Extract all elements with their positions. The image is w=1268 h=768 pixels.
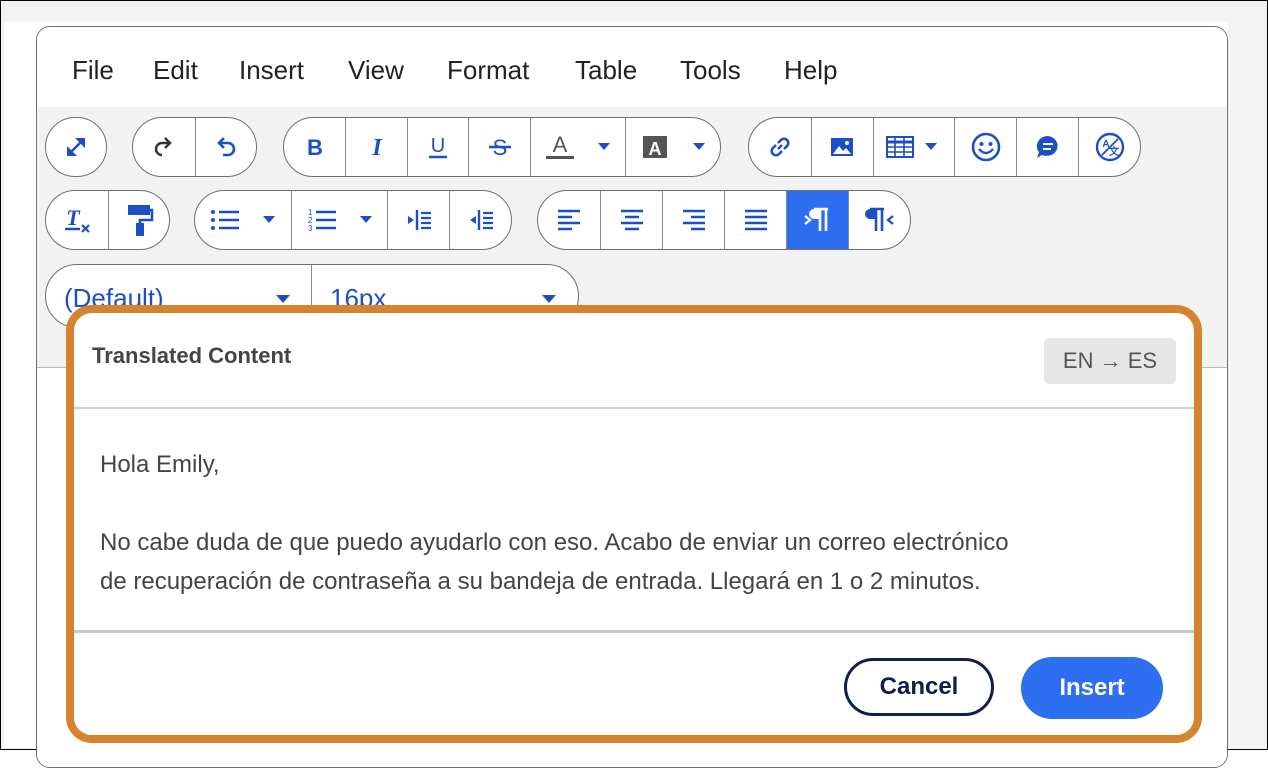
dialog-footer: Cancel Insert <box>74 630 1194 735</box>
menu-insert[interactable]: Insert <box>239 55 304 86</box>
emoji-icon <box>971 132 1001 162</box>
rtl-icon <box>864 207 894 231</box>
underline-button[interactable]: U <box>406 118 468 176</box>
alignment-group <box>537 190 911 250</box>
clear-formatting-button[interactable]: T <box>46 191 108 249</box>
translated-line-1: No cabe duda de que puedo ayudarlo con e… <box>100 529 1009 556</box>
image-button[interactable] <box>810 118 873 176</box>
italic-icon: I <box>371 135 383 161</box>
cancel-button[interactable]: Cancel <box>844 658 994 716</box>
translate-button[interactable]: A 文 <box>1078 118 1140 176</box>
numbered-list-button[interactable]: 1 2 3 <box>291 191 387 249</box>
svg-text:U: U <box>431 135 445 157</box>
menu-bar: File Edit Insert View Format Table Tools… <box>37 27 1227 107</box>
format-painter-icon <box>127 205 154 236</box>
translated-line-2: de recuperación de contraseña a su bande… <box>100 568 981 595</box>
bullet-list-button[interactable] <box>195 191 291 249</box>
redo-button[interactable] <box>133 118 195 176</box>
dialog-divider <box>74 407 1194 409</box>
italic-button[interactable]: I <box>345 118 406 176</box>
history-group <box>132 117 257 177</box>
highlight-color-button[interactable]: A <box>624 118 720 176</box>
link-icon <box>770 137 790 157</box>
align-left-button[interactable] <box>538 191 600 249</box>
menu-view[interactable]: View <box>348 55 404 86</box>
svg-text:T: T <box>66 205 81 230</box>
view-group <box>45 117 107 177</box>
comment-icon <box>1036 135 1058 158</box>
fullscreen-icon <box>67 138 85 156</box>
table-icon <box>886 136 938 158</box>
undo-button[interactable] <box>194 118 257 176</box>
svg-text:I: I <box>371 135 383 161</box>
dialog-title: Translated Content <box>92 343 292 368</box>
numbered-list-icon: 1 2 3 <box>308 208 372 233</box>
undo-icon <box>216 137 236 157</box>
bold-button[interactable]: B <box>284 118 345 176</box>
strikethrough-icon: S <box>488 135 511 160</box>
bold-icon: B <box>307 135 323 160</box>
bullet-list-icon <box>211 210 275 230</box>
text-color-icon: A <box>545 132 610 159</box>
link-button[interactable] <box>749 118 811 176</box>
menu-tools[interactable]: Tools <box>680 55 741 86</box>
translated-greeting: Hola Emily, <box>100 451 220 478</box>
format-painter-button[interactable] <box>107 191 170 249</box>
translated-text: Hola Emily, No cabe duda de que puedo ay… <box>100 445 1170 601</box>
chevron-down-icon <box>542 295 556 303</box>
menu-help[interactable]: Help <box>784 55 837 86</box>
insert-group: A 文 <box>748 117 1141 177</box>
menu-edit[interactable]: Edit <box>153 55 198 86</box>
strikethrough-button[interactable]: S <box>468 118 529 176</box>
menu-table[interactable]: Table <box>575 55 637 86</box>
indent-icon <box>407 210 431 230</box>
translate-icon: A 文 <box>1095 132 1124 162</box>
format-tools-group: T <box>45 190 170 250</box>
align-right-button[interactable] <box>662 191 724 249</box>
ltr-icon <box>803 207 828 231</box>
text-style-group: B I U S A A <box>283 117 721 177</box>
image-icon <box>831 138 854 156</box>
menu-file[interactable]: File <box>72 55 114 86</box>
align-right-icon <box>682 209 705 231</box>
underline-icon: U <box>429 135 448 159</box>
align-center-button[interactable] <box>600 191 662 249</box>
menu-format[interactable]: Format <box>447 55 529 86</box>
svg-text:3: 3 <box>308 224 313 233</box>
outdent-button[interactable] <box>449 191 511 249</box>
text-color-button[interactable]: A <box>529 118 625 176</box>
emoji-button[interactable] <box>954 118 1016 176</box>
justify-icon <box>744 209 767 231</box>
svg-text:B: B <box>307 135 323 160</box>
highlight-color-icon: A <box>642 136 705 159</box>
align-left-icon <box>558 209 580 231</box>
translation-dialog: Translated Content EN → ES Hola Emily, N… <box>66 305 1202 743</box>
insert-button[interactable]: Insert <box>1021 657 1163 719</box>
svg-text:A: A <box>648 139 661 159</box>
table-button[interactable] <box>872 118 955 176</box>
fullscreen-button[interactable] <box>46 118 106 176</box>
indent-button[interactable] <box>387 191 449 249</box>
ltr-button[interactable] <box>786 191 848 249</box>
language-pair-badge: EN → ES <box>1044 338 1176 384</box>
redo-icon <box>154 137 172 157</box>
comment-button[interactable] <box>1016 118 1078 176</box>
justify-button[interactable] <box>724 191 786 249</box>
svg-text:A: A <box>552 132 567 157</box>
outdent-icon <box>469 210 493 230</box>
list-group: 1 2 3 <box>194 190 512 250</box>
chevron-down-icon <box>276 295 290 303</box>
clear-formatting-icon: T <box>64 205 90 233</box>
align-center-icon <box>620 209 643 231</box>
rtl-button[interactable] <box>848 191 910 249</box>
